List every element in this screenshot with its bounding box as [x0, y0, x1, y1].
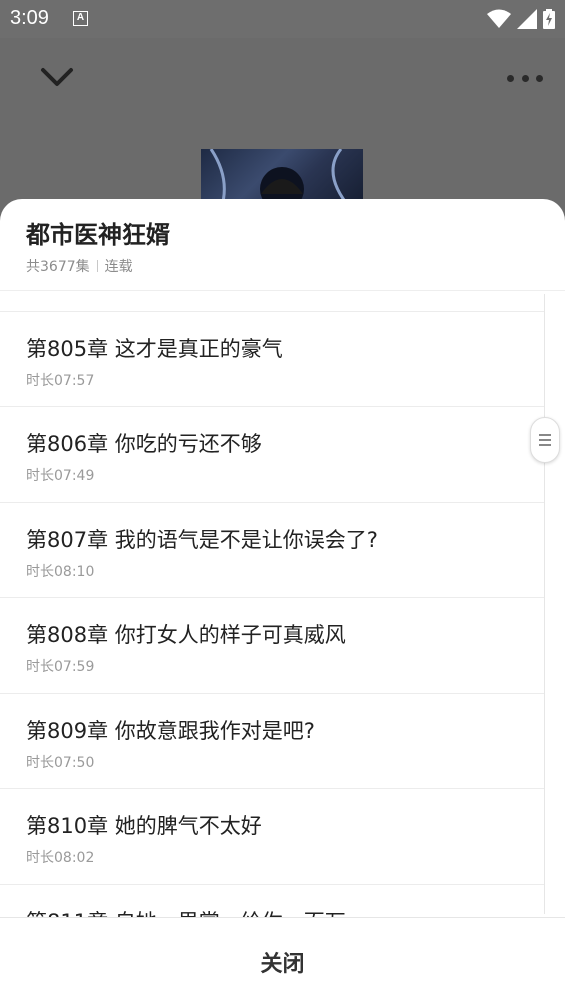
scrollbar-handle[interactable]: [530, 417, 560, 463]
wifi-icon: [487, 9, 511, 28]
meta-divider: [96, 260, 98, 272]
more-horizontal-icon[interactable]: [507, 70, 543, 86]
chapter-title: 第811章 自她，男掌，给你，百万: [26, 906, 346, 917]
signal-icon: [517, 9, 537, 29]
close-button[interactable]: 关闭: [0, 917, 565, 1004]
book-title: 都市医神狂婿: [26, 221, 170, 249]
chapter-row[interactable]: 第808章 你打女人的样子可真威风 时长07:59: [0, 597, 544, 693]
close-label: 关闭: [260, 952, 305, 977]
chapter-title: 第805章 这才是真正的豪气: [26, 337, 283, 361]
chapter-row[interactable]: 第809章 你故意跟我作对是吧? 时长07:50: [0, 693, 544, 789]
chapter-list[interactable]: 第805章 这才是真正的豪气 时长07:57 第806章 你吃的亏还不够 时长0…: [0, 291, 544, 917]
status-bar: 3:09 A: [0, 0, 565, 38]
episode-count: 共3677集: [26, 259, 90, 275]
chapter-title: 第810章 她的脾气不太好: [26, 814, 262, 838]
chapter-row[interactable]: 第807章 我的语气是不是让你误会了? 时长08:10: [0, 502, 544, 598]
chapter-row[interactable]: 第810章 她的脾气不太好 时长08:02: [0, 788, 544, 884]
status-icons: [487, 9, 555, 29]
sheet-header: 都市医神狂婿 共3677集 连载: [0, 199, 565, 291]
chapter-duration: 时长07:49: [26, 468, 95, 484]
chapter-title: 第807章 我的语气是不是让你误会了?: [26, 528, 378, 552]
book-meta: 共3677集 连载: [26, 256, 133, 276]
chapter-duration: 时长07:59: [26, 659, 95, 675]
chapter-title: 第808章 你打女人的样子可真威风: [26, 623, 346, 647]
status-time: 3:09: [10, 7, 49, 29]
chapter-row[interactable]: 第811章 自她，男掌，给你，百万: [0, 884, 544, 917]
chapter-duration: 时长07:50: [26, 755, 95, 771]
scrollbar-track[interactable]: [544, 294, 545, 914]
chapter-duration: 时长08:02: [26, 850, 95, 866]
chapter-duration: 时长07:57: [26, 373, 95, 389]
chapter-title: 第806章 你吃的亏还不够: [26, 432, 262, 456]
chevron-down-icon[interactable]: [38, 62, 76, 92]
chapter-duration: 时长08:10: [26, 564, 95, 580]
serial-status: 连载: [104, 259, 133, 275]
battery-charging-icon: [543, 9, 555, 29]
chapter-row[interactable]: 第805章 这才是真正的豪气 时长07:57: [0, 311, 544, 407]
chapter-list-sheet: 都市医神狂婿 共3677集 连载 第805章 这才是真正的豪气 时长07:57 …: [0, 199, 565, 1004]
a-notification-icon: A: [73, 11, 88, 26]
chapter-title: 第809章 你故意跟我作对是吧?: [26, 719, 315, 743]
drag-lines-icon: [539, 434, 551, 446]
chapter-row[interactable]: 第806章 你吃的亏还不够 时长07:49: [0, 406, 544, 502]
